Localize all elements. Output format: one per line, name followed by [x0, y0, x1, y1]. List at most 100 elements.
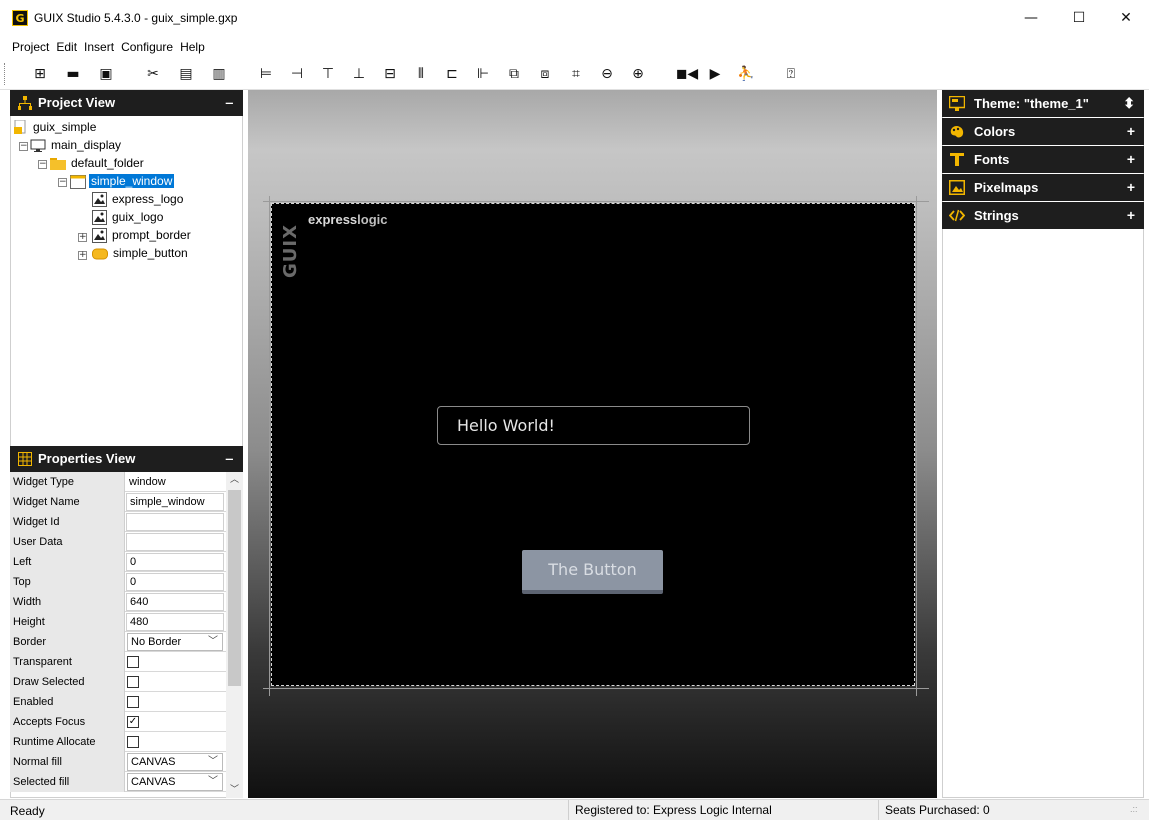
pixelmaps-section[interactable]: Pixelmaps + — [942, 174, 1144, 201]
properties-scrollbar[interactable]: ︿ ﹀ — [226, 472, 243, 798]
guide-line-top — [263, 201, 929, 202]
selected-fill-select[interactable]: CANVAS ﹀ — [127, 773, 223, 791]
scroll-up-icon[interactable]: ︿ — [226, 472, 243, 488]
align-top-icon[interactable]: ⊤ — [317, 63, 339, 85]
new-project-icon[interactable]: ⊞ — [29, 63, 51, 85]
copy-icon[interactable]: ▤ — [175, 63, 197, 85]
strings-expand-icon[interactable]: + — [1127, 202, 1135, 229]
move-to-front-icon[interactable]: ⧉ — [503, 63, 525, 85]
prop-row: Selected fill CANVAS ﹀ — [10, 772, 226, 792]
fonts-section[interactable]: Fonts + — [942, 146, 1144, 173]
size-to-content-icon[interactable]: ⌗ — [565, 63, 587, 85]
collapse-default-folder[interactable]: − — [38, 160, 47, 169]
tree-item-guix-logo[interactable]: guix_logo — [92, 208, 165, 226]
guix-logo[interactable]: GUIX — [280, 214, 301, 278]
tree-item-express-logo[interactable]: express_logo — [92, 190, 185, 208]
prop-row: Transparent — [10, 652, 226, 672]
run-icon[interactable]: ⛹ — [735, 63, 757, 85]
pixelmap-icon — [949, 180, 965, 195]
prop-row: Runtime Allocate — [10, 732, 226, 752]
close-button[interactable]: ✕ — [1103, 4, 1149, 32]
prop-name: Widget Type — [10, 472, 125, 492]
zoom-in-icon[interactable]: ⊕ — [627, 63, 649, 85]
properties-view-pin-button[interactable]: ‒ — [226, 446, 233, 472]
height-field[interactable]: 480 — [126, 613, 224, 631]
runtime-allocate-checkbox[interactable] — [127, 736, 139, 748]
strings-section[interactable]: Strings + — [942, 202, 1144, 229]
paste-icon[interactable]: ▥ — [208, 63, 230, 85]
tree-item-default-folder[interactable]: default_folder — [50, 154, 146, 172]
record-macro-icon[interactable]: ◼◀ — [672, 63, 702, 85]
equal-width-icon[interactable]: ⊩ — [472, 63, 494, 85]
collapse-simple-window[interactable]: − — [58, 178, 67, 187]
menu-project[interactable]: Project — [12, 40, 49, 54]
expand-prompt-border[interactable]: + — [78, 233, 87, 242]
colors-section[interactable]: Colors + — [942, 118, 1144, 145]
top-field[interactable]: 0 — [126, 573, 224, 591]
image-icon — [92, 210, 107, 226]
theme-selector[interactable]: Theme: "theme_1" ⬍ — [942, 90, 1144, 117]
draw-selected-checkbox[interactable] — [127, 676, 139, 688]
prompt-widget[interactable]: Hello World! — [437, 406, 750, 445]
tree-item-simple-window[interactable]: simple_window — [70, 172, 175, 190]
transparent-checkbox[interactable] — [127, 656, 139, 668]
normal-fill-select[interactable]: CANVAS ﹀ — [127, 753, 223, 771]
distribute-vertical-icon[interactable]: ⊏ — [441, 63, 463, 85]
help-icon[interactable]: ⍰ — [780, 63, 802, 85]
left-field[interactable]: 0 — [126, 553, 224, 571]
prop-row: Border No Border ﹀ — [10, 632, 226, 652]
menu-insert[interactable]: Insert — [84, 40, 114, 54]
expand-simple-button[interactable]: + — [78, 251, 87, 260]
toolbar-grip[interactable] — [4, 63, 7, 85]
widget-id-field[interactable] — [126, 513, 224, 531]
window-icon — [70, 174, 86, 189]
play-macro-icon[interactable]: ▶ — [704, 63, 726, 85]
align-center-icon[interactable]: ⊟ — [379, 63, 401, 85]
prop-name: Border — [10, 632, 125, 652]
accepts-focus-checkbox[interactable]: ✓ — [127, 716, 139, 728]
scrollbar-thumb[interactable] — [228, 490, 241, 686]
pixelmaps-expand-icon[interactable]: + — [1127, 174, 1135, 201]
maximize-button[interactable]: ☐ — [1056, 4, 1102, 32]
align-bottom-icon[interactable]: ⊥ — [348, 63, 370, 85]
move-to-back-icon[interactable]: ⧈ — [534, 63, 556, 85]
theme-spin-icon[interactable]: ⬍ — [1123, 90, 1135, 117]
enabled-checkbox[interactable] — [127, 696, 139, 708]
align-right-icon[interactable]: ⊣ — [286, 63, 308, 85]
border-select[interactable]: No Border ﹀ — [127, 633, 223, 651]
tree-item-main-display[interactable]: main_display — [30, 136, 123, 154]
prop-row: Left 0 — [10, 552, 226, 572]
menu-configure[interactable]: Configure — [121, 40, 173, 54]
menu-help[interactable]: Help — [180, 40, 205, 54]
collapse-main-display[interactable]: − — [19, 142, 28, 151]
zoom-out-icon[interactable]: ⊖ — [596, 63, 618, 85]
align-left-icon[interactable]: ⊨ — [255, 63, 277, 85]
fonts-expand-icon[interactable]: + — [1127, 146, 1135, 173]
width-field[interactable]: 640 — [126, 593, 224, 611]
resize-grip-icon[interactable]: .:: — [1130, 804, 1144, 818]
colors-expand-icon[interactable]: + — [1127, 118, 1135, 145]
prop-name: User Data — [10, 532, 125, 552]
project-view-pin-button[interactable]: ‒ — [226, 90, 233, 116]
user-data-field[interactable] — [126, 533, 224, 551]
widget-name-field[interactable]: simple_window — [126, 493, 224, 511]
cut-icon[interactable]: ✂ — [142, 63, 164, 85]
selected-fill-value: CANVAS — [131, 776, 176, 788]
simple-button-widget[interactable]: The Button — [522, 550, 663, 594]
menu-edit[interactable]: Edit — [56, 40, 77, 54]
express-logo[interactable]: expresslogic — [308, 212, 388, 227]
distribute-horizontal-icon[interactable]: ⫴ — [410, 63, 432, 85]
tree-item-simple-button[interactable]: simple_button — [92, 244, 190, 262]
project-view-title: Project View — [38, 95, 116, 110]
save-icon[interactable]: ▣ — [95, 63, 117, 85]
scroll-down-icon[interactable]: ﹀ — [226, 782, 243, 798]
tree-item-project[interactable]: guix_simple — [14, 118, 98, 136]
minimize-button[interactable]: — — [1008, 4, 1054, 32]
tree-item-prompt-border[interactable]: prompt_border — [92, 226, 193, 244]
open-folder-icon[interactable]: ▬ — [62, 63, 84, 85]
prop-row: Widget Type window — [10, 472, 226, 492]
window-title: GUIX Studio 5.4.3.0 - guix_simple.gxp — [34, 11, 238, 25]
prop-row: User Data — [10, 532, 226, 552]
grid-table-icon — [18, 452, 32, 466]
prop-name: Widget Id — [10, 512, 125, 532]
